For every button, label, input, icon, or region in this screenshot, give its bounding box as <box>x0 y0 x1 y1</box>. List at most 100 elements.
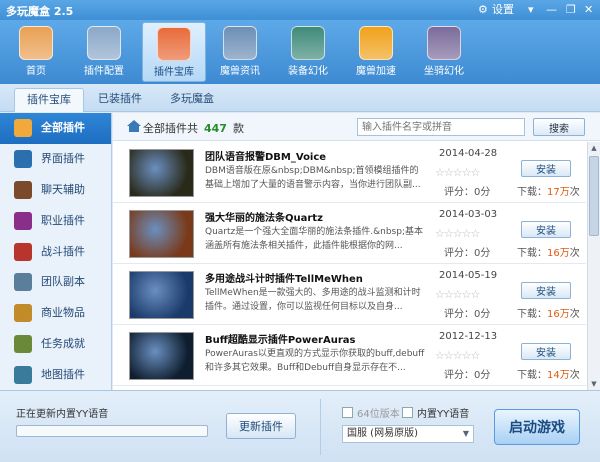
settings-link[interactable]: 设置 <box>492 2 514 17</box>
raid-icon <box>14 273 32 292</box>
checkbox-box[interactable] <box>402 407 413 418</box>
checkbox-box[interactable] <box>342 407 353 418</box>
sidebar-item-map[interactable]: 地图插件 <box>0 359 111 390</box>
toolbar-label: 插件宝库 <box>154 67 194 78</box>
search-button[interactable]: 搜索 <box>533 118 585 136</box>
main-toolbar: 首页 插件配置 插件宝库 魔兽资讯 装备幻化 魔兽加速 坐骑幻化 <box>0 20 600 84</box>
tab-bar: 插件宝库 已装插件 多玩魔盒 <box>0 84 600 112</box>
install-button[interactable]: 安装 <box>521 343 571 360</box>
map-icon <box>14 365 32 384</box>
chevron-down-icon: ▼ <box>462 429 469 438</box>
download-count: 下载：16万次 <box>517 305 580 320</box>
toolbar-news[interactable]: 魔兽资讯 <box>208 22 272 82</box>
plugin-date: 2014-04-28 <box>439 148 498 159</box>
download-number: 14万 <box>547 370 570 381</box>
download-prefix: 下载： <box>517 309 547 320</box>
sidebar-item-combat[interactable]: 战斗插件 <box>0 236 111 267</box>
sidebar-item-class[interactable]: 职业插件 <box>0 205 111 236</box>
toolbar-label: 插件配置 <box>84 66 124 77</box>
rating-stars[interactable]: ☆☆☆☆☆ <box>435 288 480 301</box>
plugin-title[interactable]: Buff超酷显示插件PowerAuras <box>205 331 355 346</box>
plugin-description: TellMeWhen是一款强大的、多用途的战斗监测和计时插件。通过设置，你可以监… <box>205 288 421 312</box>
sidebar-item-label: 任务成就 <box>41 336 85 350</box>
plugin-count: 全部插件共 447 款 <box>143 120 244 136</box>
quest-icon <box>14 334 32 353</box>
install-button[interactable]: 安装 <box>521 160 571 177</box>
rating-stars[interactable]: ☆☆☆☆☆ <box>435 166 480 179</box>
sidebar-item-chat[interactable]: 聊天辅助 <box>0 175 111 206</box>
rating-stars[interactable]: ☆☆☆☆☆ <box>435 227 480 240</box>
plugin-thumbnail <box>129 271 194 319</box>
tab-duowan-box[interactable]: 多玩魔盒 <box>158 88 226 112</box>
toolbar-plugin-store[interactable]: 插件宝库 <box>142 22 206 82</box>
download-count: 下载：16万次 <box>517 244 580 259</box>
checkbox-64bit[interactable]: 64位版本 <box>342 405 400 420</box>
tab-plugin-store[interactable]: 插件宝库 <box>14 88 84 112</box>
download-suffix: 次 <box>569 370 580 381</box>
toolbar-plugin-config[interactable]: 插件配置 <box>72 22 136 82</box>
home-icon <box>127 120 141 132</box>
plugin-title[interactable]: 多用途战斗计时插件TellMeWhen <box>205 270 363 285</box>
class-icon <box>14 211 32 230</box>
sidebar-item-raid[interactable]: 团队副本 <box>0 267 111 298</box>
download-prefix: 下载： <box>517 248 547 259</box>
checkbox-label: 内置YY语音 <box>417 409 470 420</box>
checkbox-builtin-yy[interactable]: 内置YY语音 <box>402 405 469 420</box>
close-icon[interactable]: ✕ <box>584 2 593 17</box>
toolbar-home[interactable]: 首页 <box>4 22 68 82</box>
plugin-thumbnail <box>129 332 194 380</box>
install-button[interactable]: 安装 <box>521 221 571 238</box>
menu-icon[interactable]: ▾ <box>528 2 534 17</box>
window-title: 多玩魔盒 2.5 <box>6 5 74 18</box>
plugin-grid-icon <box>157 27 191 61</box>
sidebar-item-label: 战斗插件 <box>41 244 85 258</box>
disc-gear-icon <box>87 26 121 60</box>
skull-mount-icon <box>427 26 461 60</box>
server-select[interactable]: 国服 (网易原版) ▼ <box>342 425 474 443</box>
home-icon <box>19 26 53 60</box>
toolbar-accelerator[interactable]: 魔兽加速 <box>344 22 408 82</box>
list-scrollbar[interactable]: ▲ ▼ <box>587 142 600 390</box>
toolbar-transmog[interactable]: 装备幻化 <box>276 22 340 82</box>
download-suffix: 次 <box>569 248 580 259</box>
sidebar-item-label: 地图插件 <box>41 367 85 381</box>
start-game-button[interactable]: 启动游戏 <box>494 409 580 445</box>
scroll-up-icon[interactable]: ▲ <box>588 142 600 154</box>
sidebar-item-label: 全部插件 <box>41 121 85 135</box>
download-number: 17万 <box>547 187 570 198</box>
toolbar-mount-transmog[interactable]: 坐骑幻化 <box>412 22 476 82</box>
category-sidebar: 全部插件 界面插件 聊天辅助 职业插件 战斗插件 团队副本 商业物品 任务成就 … <box>0 113 112 390</box>
rating-stars[interactable]: ☆☆☆☆☆ <box>435 349 480 362</box>
settings-icon[interactable]: ⚙ <box>478 2 488 17</box>
sidebar-item-label: 界面插件 <box>41 152 85 166</box>
update-plugins-button[interactable]: 更新插件 <box>226 413 296 439</box>
toolbar-label: 坐骑幻化 <box>424 66 464 77</box>
plugin-title[interactable]: 强大华丽的施法条Quartz <box>205 209 323 224</box>
scroll-down-icon[interactable]: ▼ <box>588 378 600 390</box>
update-status-text: 正在更新内置YY语音 <box>16 409 109 420</box>
toolbar-label: 魔兽加速 <box>356 66 396 77</box>
armor-icon <box>291 26 325 60</box>
sidebar-item-label: 职业插件 <box>41 213 85 227</box>
plugin-title[interactable]: 团队语音报警DBM_Voice <box>205 148 326 163</box>
list-header: 全部插件共 447 款 搜索 <box>113 113 600 141</box>
sidebar-item-interface[interactable]: 界面插件 <box>0 144 111 175</box>
sidebar-item-all[interactable]: 全部插件 <box>0 113 111 144</box>
toolbar-label: 装备幻化 <box>288 66 328 77</box>
scrollbar-thumb[interactable] <box>589 156 599 236</box>
trade-icon <box>14 304 32 323</box>
search-input[interactable] <box>357 118 525 136</box>
download-suffix: 次 <box>569 187 580 198</box>
list-item: 多用途战斗计时插件TellMeWhen TellMeWhen是一款强大的、多用途… <box>113 264 586 325</box>
sidebar-item-quest[interactable]: 任务成就 <box>0 329 111 360</box>
plugin-description: Quartz是一个强大全面华丽的施法条插件.&nbsp;基本涵盖所有施法条相关插… <box>205 227 423 251</box>
minimize-icon[interactable]: — <box>546 2 557 17</box>
install-button[interactable]: 安装 <box>521 282 571 299</box>
plugin-rating: 评分：0分 <box>444 370 491 381</box>
restore-icon[interactable]: ❐ <box>566 2 576 17</box>
sidebar-item-trade[interactable]: 商业物品 <box>0 298 111 329</box>
news-icon <box>223 26 257 60</box>
interface-icon <box>14 150 32 169</box>
tab-installed[interactable]: 已装插件 <box>86 88 154 112</box>
plugin-rating: 评分：0分 <box>444 248 491 259</box>
